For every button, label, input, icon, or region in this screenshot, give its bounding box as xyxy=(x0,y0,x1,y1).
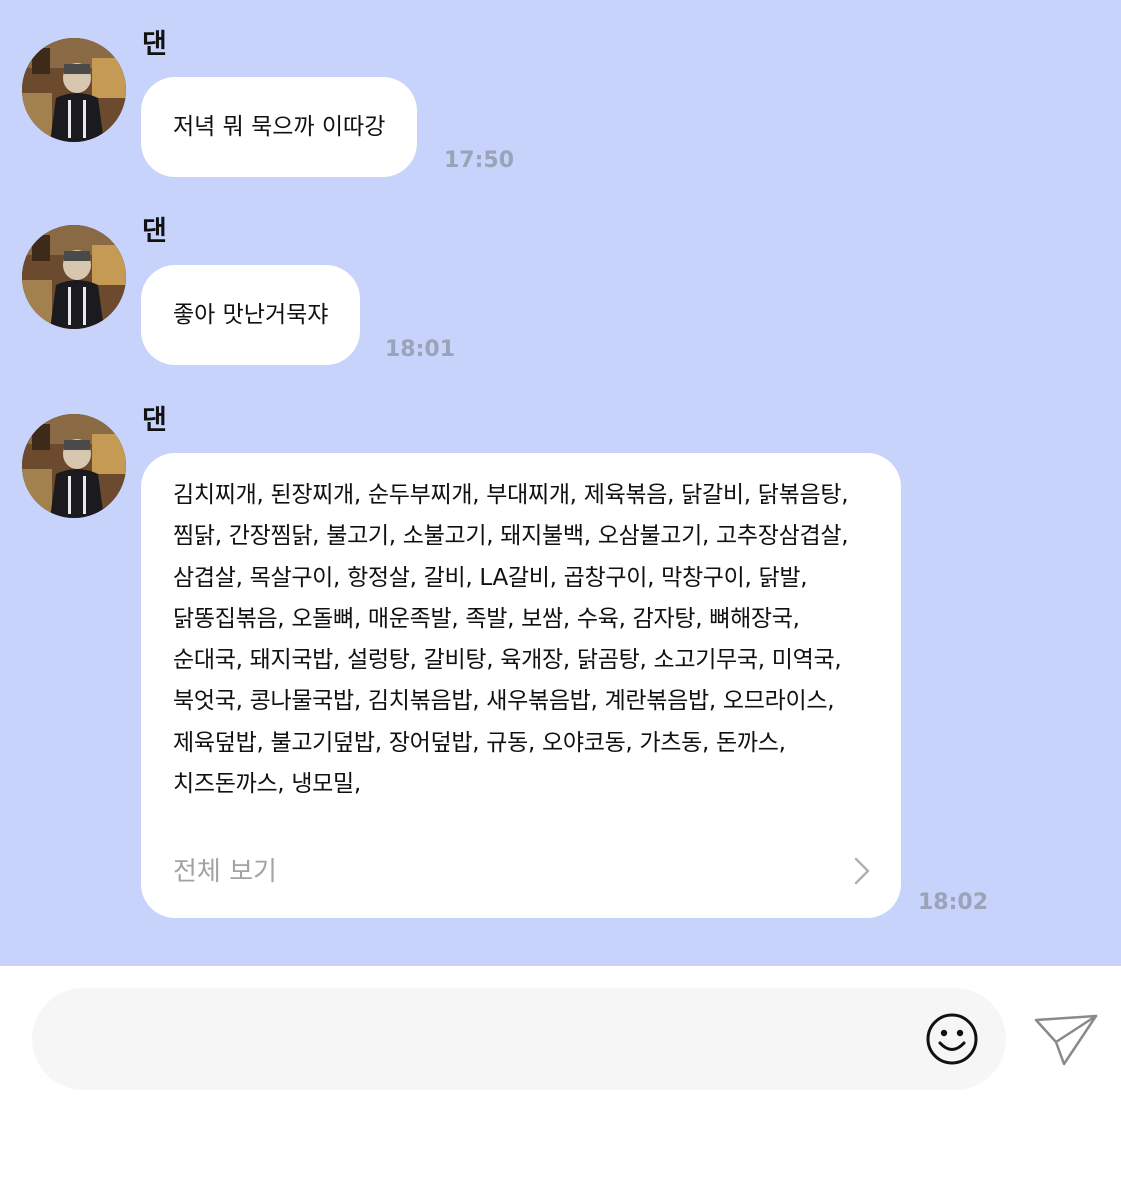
avatar[interactable] xyxy=(22,38,126,142)
sender-name: 댄 xyxy=(142,216,167,247)
chat-area: 댄 저녁 뭐 묵으까 이따강 17:50 댄 좋아 맛난거묵쟈 18:01 댄 … xyxy=(0,0,1121,966)
avatar[interactable] xyxy=(22,225,126,329)
message-text: 김치찌개, 된장찌개, 순두부찌개, 부대찌개, 제육볶음, 닭갈비, 닭볶음탕… xyxy=(173,482,849,798)
message-bubble[interactable]: 김치찌개, 된장찌개, 순두부찌개, 부대찌개, 제육볶음, 닭갈비, 닭볶음탕… xyxy=(141,453,901,918)
paper-plane-icon[interactable] xyxy=(1032,1012,1100,1068)
view-all-button[interactable]: 전체 보기 xyxy=(173,851,277,888)
avatar[interactable] xyxy=(22,414,126,518)
smiley-icon[interactable] xyxy=(925,1012,979,1066)
message-time: 18:01 xyxy=(385,337,456,362)
message-bubble[interactable]: 저녁 뭐 묵으까 이따강 xyxy=(141,77,418,177)
message-time: 18:02 xyxy=(918,890,989,915)
message-time: 17:50 xyxy=(444,148,515,173)
sender-name: 댄 xyxy=(142,29,167,60)
message-text: 저녁 뭐 묵으까 이따강 xyxy=(173,114,386,140)
message-bubble[interactable]: 좋아 맛난거묵쟈 xyxy=(141,265,361,365)
sender-name: 댄 xyxy=(142,405,167,436)
message-input[interactable] xyxy=(32,988,1006,1090)
chevron-right-icon[interactable] xyxy=(853,856,871,886)
message-text: 좋아 맛난거묵쟈 xyxy=(173,302,329,328)
